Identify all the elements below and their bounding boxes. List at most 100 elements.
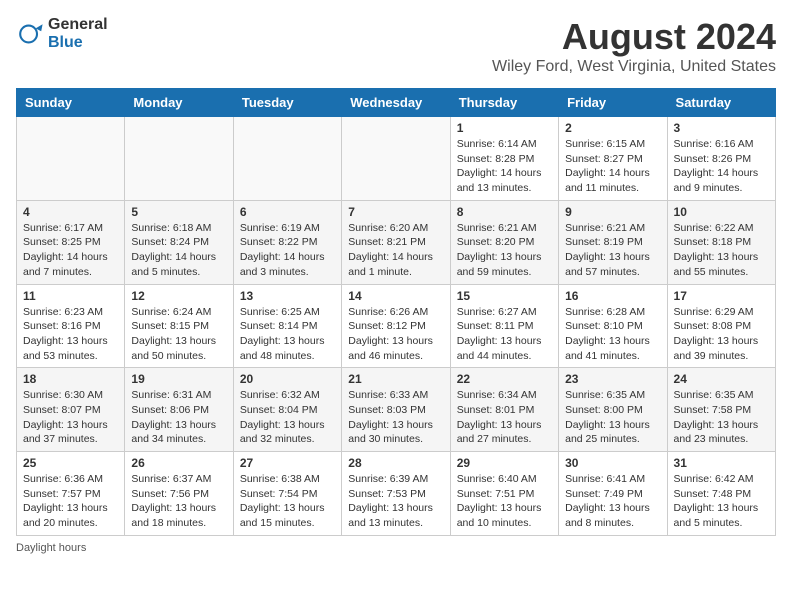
weekday-header: Friday [559, 89, 667, 117]
weekday-header: Sunday [17, 89, 125, 117]
day-info: Sunrise: 6:29 AM Sunset: 8:08 PM Dayligh… [674, 305, 769, 364]
calendar-cell: 20Sunrise: 6:32 AM Sunset: 8:04 PM Dayli… [233, 368, 341, 452]
subtitle: Wiley Ford, West Virginia, United States [492, 58, 776, 76]
calendar-cell: 22Sunrise: 6:34 AM Sunset: 8:01 PM Dayli… [450, 368, 558, 452]
calendar-week-row: 1 Sunrise: 6:14 AM Sunset: 8:28 PM Daylig… [17, 117, 776, 201]
calendar-cell: 30 Sunrise: 6:41 AM Sunset: 7:49 PM Dayli… [559, 452, 667, 536]
day-info: Sunrise: 6:16 AM Sunset: 8:26 PM Dayligh… [674, 137, 769, 196]
day-number: 30 [565, 456, 660, 470]
day-info: Sunrise: 6:14 AM Sunset: 8:28 PM Dayligh… [457, 137, 552, 196]
calendar-cell: 28 Sunrise: 6:39 AM Sunset: 7:53 PM Dayli… [342, 452, 450, 536]
calendar-cell: 23Sunrise: 6:35 AM Sunset: 8:00 PM Dayli… [559, 368, 667, 452]
calendar-cell: 14 Sunrise: 6:26 AM Sunset: 8:12 PM Dayli… [342, 284, 450, 368]
day-info: Sunrise: 6:22 AM Sunset: 8:18 PM Dayligh… [674, 221, 769, 280]
day-number: 2 [565, 121, 660, 135]
calendar-week-row: 25Sunrise: 6:36 AM Sunset: 7:57 PM Dayli… [17, 452, 776, 536]
calendar-cell: 25Sunrise: 6:36 AM Sunset: 7:57 PM Dayli… [17, 452, 125, 536]
day-number: 19 [131, 372, 226, 386]
day-info: Sunrise: 6:34 AM Sunset: 8:01 PM Dayligh… [457, 388, 552, 447]
day-number: 9 [565, 205, 660, 219]
calendar-week-row: 11 Sunrise: 6:23 AM Sunset: 8:16 PM Dayli… [17, 284, 776, 368]
day-number: 10 [674, 205, 769, 219]
weekday-header: Saturday [667, 89, 775, 117]
calendar-cell: 21Sunrise: 6:33 AM Sunset: 8:03 PM Dayli… [342, 368, 450, 452]
day-number: 13 [240, 289, 335, 303]
calendar-cell: 26 Sunrise: 6:37 AM Sunset: 7:56 PM Dayli… [125, 452, 233, 536]
day-number: 31 [674, 456, 769, 470]
calendar-cell: 8 Sunrise: 6:21 AM Sunset: 8:20 PM Daylig… [450, 200, 558, 284]
calendar-cell: 15 Sunrise: 6:27 AM Sunset: 8:11 PM Dayli… [450, 284, 558, 368]
day-info: Sunrise: 6:37 AM Sunset: 7:56 PM Dayligh… [131, 472, 226, 531]
day-number: 5 [131, 205, 226, 219]
day-number: 29 [457, 456, 552, 470]
logo-text: General Blue [48, 16, 108, 51]
calendar-cell: 31Sunrise: 6:42 AM Sunset: 7:48 PM Dayli… [667, 452, 775, 536]
day-info: Sunrise: 6:33 AM Sunset: 8:03 PM Dayligh… [348, 388, 443, 447]
main-title: August 2024 [492, 16, 776, 58]
logo-icon [16, 20, 44, 48]
day-info: Sunrise: 6:39 AM Sunset: 7:53 PM Dayligh… [348, 472, 443, 531]
calendar-cell: 11 Sunrise: 6:23 AM Sunset: 8:16 PM Dayli… [17, 284, 125, 368]
day-info: Sunrise: 6:40 AM Sunset: 7:51 PM Dayligh… [457, 472, 552, 531]
day-number: 25 [23, 456, 118, 470]
day-number: 17 [674, 289, 769, 303]
day-number: 8 [457, 205, 552, 219]
day-number: 4 [23, 205, 118, 219]
weekday-header: Tuesday [233, 89, 341, 117]
day-number: 14 [348, 289, 443, 303]
day-info: Sunrise: 6:26 AM Sunset: 8:12 PM Dayligh… [348, 305, 443, 364]
day-number: 11 [23, 289, 118, 303]
day-info: Sunrise: 6:27 AM Sunset: 8:11 PM Dayligh… [457, 305, 552, 364]
calendar-cell [233, 117, 341, 201]
day-number: 16 [565, 289, 660, 303]
day-number: 24 [674, 372, 769, 386]
calendar-cell: 16 Sunrise: 6:28 AM Sunset: 8:10 PM Dayli… [559, 284, 667, 368]
day-number: 1 [457, 121, 552, 135]
calendar-cell: 24 Sunrise: 6:35 AM Sunset: 7:58 PM Dayli… [667, 368, 775, 452]
day-info: Sunrise: 6:28 AM Sunset: 8:10 PM Dayligh… [565, 305, 660, 364]
weekday-header: Wednesday [342, 89, 450, 117]
calendar-cell: 10 Sunrise: 6:22 AM Sunset: 8:18 PM Dayli… [667, 200, 775, 284]
calendar-table: SundayMondayTuesdayWednesdayThursdayFrid… [16, 88, 776, 536]
calendar-cell: 3 Sunrise: 6:16 AM Sunset: 8:26 PM Daylig… [667, 117, 775, 201]
day-number: 6 [240, 205, 335, 219]
calendar-cell: 27 Sunrise: 6:38 AM Sunset: 7:54 PM Dayli… [233, 452, 341, 536]
calendar-cell: 1 Sunrise: 6:14 AM Sunset: 8:28 PM Daylig… [450, 117, 558, 201]
calendar-cell: 7Sunrise: 6:20 AM Sunset: 8:21 PM Daylig… [342, 200, 450, 284]
calendar-week-row: 18 Sunrise: 6:30 AM Sunset: 8:07 PM Dayli… [17, 368, 776, 452]
day-number: 3 [674, 121, 769, 135]
calendar-week-row: 4 Sunrise: 6:17 AM Sunset: 8:25 PM Daylig… [17, 200, 776, 284]
day-info: Sunrise: 6:30 AM Sunset: 8:07 PM Dayligh… [23, 388, 118, 447]
calendar-cell: 13Sunrise: 6:25 AM Sunset: 8:14 PM Dayli… [233, 284, 341, 368]
day-number: 27 [240, 456, 335, 470]
day-info: Sunrise: 6:21 AM Sunset: 8:20 PM Dayligh… [457, 221, 552, 280]
logo-blue: Blue [48, 34, 83, 51]
day-number: 28 [348, 456, 443, 470]
calendar-cell: 9 Sunrise: 6:21 AM Sunset: 8:19 PM Daylig… [559, 200, 667, 284]
day-number: 15 [457, 289, 552, 303]
logo-general: General [48, 16, 108, 33]
day-info: Sunrise: 6:23 AM Sunset: 8:16 PM Dayligh… [23, 305, 118, 364]
day-info: Sunrise: 6:41 AM Sunset: 7:49 PM Dayligh… [565, 472, 660, 531]
day-number: 26 [131, 456, 226, 470]
calendar-cell: 4 Sunrise: 6:17 AM Sunset: 8:25 PM Daylig… [17, 200, 125, 284]
day-info: Sunrise: 6:35 AM Sunset: 8:00 PM Dayligh… [565, 388, 660, 447]
day-number: 7 [348, 205, 443, 219]
weekday-header: Thursday [450, 89, 558, 117]
calendar-cell: 12Sunrise: 6:24 AM Sunset: 8:15 PM Dayli… [125, 284, 233, 368]
day-info: Sunrise: 6:19 AM Sunset: 8:22 PM Dayligh… [240, 221, 335, 280]
footer-note: Daylight hours [16, 542, 776, 554]
day-info: Sunrise: 6:15 AM Sunset: 8:27 PM Dayligh… [565, 137, 660, 196]
day-info: Sunrise: 6:32 AM Sunset: 8:04 PM Dayligh… [240, 388, 335, 447]
calendar-cell: 5Sunrise: 6:18 AM Sunset: 8:24 PM Daylig… [125, 200, 233, 284]
day-info: Sunrise: 6:21 AM Sunset: 8:19 PM Dayligh… [565, 221, 660, 280]
day-info: Sunrise: 6:38 AM Sunset: 7:54 PM Dayligh… [240, 472, 335, 531]
weekday-header: Monday [125, 89, 233, 117]
calendar-cell: 2 Sunrise: 6:15 AM Sunset: 8:27 PM Daylig… [559, 117, 667, 201]
calendar-header-row: SundayMondayTuesdayWednesdayThursdayFrid… [17, 89, 776, 117]
calendar-cell: 18 Sunrise: 6:30 AM Sunset: 8:07 PM Dayli… [17, 368, 125, 452]
day-info: Sunrise: 6:35 AM Sunset: 7:58 PM Dayligh… [674, 388, 769, 447]
day-number: 18 [23, 372, 118, 386]
day-info: Sunrise: 6:17 AM Sunset: 8:25 PM Dayligh… [23, 221, 118, 280]
calendar-cell: 6 Sunrise: 6:19 AM Sunset: 8:22 PM Daylig… [233, 200, 341, 284]
